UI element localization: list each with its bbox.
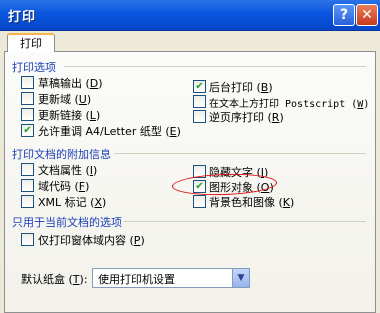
checkbox-xml-tags[interactable]: [21, 195, 34, 208]
checkbox-update-fields[interactable]: [21, 92, 34, 105]
group-divider: [124, 221, 366, 222]
group-divider: [114, 153, 366, 154]
reverse-order-label: 逆页序打印 (R): [209, 111, 284, 124]
postscript-over-text-label: 在文本上方打印 Postscript (W): [209, 99, 370, 110]
checkbox-reverse-order[interactable]: [193, 110, 206, 123]
checkbox-document-properties[interactable]: [21, 163, 34, 176]
tab-print[interactable]: 打印: [7, 33, 55, 52]
title-bar: 打印 ? ✕: [0, 0, 380, 31]
group-label-additional-info: 打印文档的附加信息: [12, 148, 111, 161]
help-icon: ?: [339, 7, 349, 23]
update-links-label: 更新链接 (L): [38, 109, 101, 122]
close-button[interactable]: ✕: [356, 4, 378, 26]
background-colors-label: 背景色和图像 (K): [209, 196, 295, 209]
default-tray-label: 默认纸盒 (T):: [21, 273, 88, 286]
default-tray-value: 使用打印机设置: [98, 273, 175, 286]
document-properties-label: 文档属性 (I): [38, 164, 98, 177]
checkbox-background-print[interactable]: ✔: [193, 80, 206, 93]
default-tray-select[interactable]: 使用打印机设置 ▼: [92, 268, 250, 288]
checkbox-allow-a4[interactable]: ✔: [21, 124, 34, 137]
checkmark-icon: ✔: [195, 81, 204, 92]
checkbox-update-links[interactable]: [21, 108, 34, 121]
form-data-only-label: 仅打印窗体域内容 (P): [38, 234, 145, 247]
checkmark-icon: ✔: [23, 125, 32, 136]
update-fields-label: 更新域 (U): [38, 93, 92, 106]
group-divider: [64, 66, 366, 67]
field-codes-label: 域代码 (F): [38, 180, 90, 193]
draft-output-label: 草稿输出 (D): [38, 77, 103, 90]
checkbox-draft-output[interactable]: [21, 76, 34, 89]
checkbox-field-codes[interactable]: [21, 179, 34, 192]
allow-a4-label: 允许重调 A4/Letter 纸型 (E): [38, 125, 181, 138]
chevron-down-icon[interactable]: ▼: [232, 269, 249, 287]
checkbox-postscript-over-text[interactable]: [193, 95, 206, 108]
help-button[interactable]: ?: [333, 4, 355, 26]
group-label-print-options: 打印选项: [12, 61, 56, 74]
checkbox-form-data-only[interactable]: [21, 233, 34, 246]
checkbox-background-colors[interactable]: [193, 195, 206, 208]
window-title: 打印: [8, 10, 37, 25]
close-icon: ✕: [361, 7, 373, 23]
background-print-label: 后台打印 (B): [209, 81, 273, 94]
group-label-current-doc: 只用于当前文档的选项: [12, 216, 122, 229]
xml-tags-label: XML 标记 (X): [38, 196, 107, 209]
tab-print-label: 打印: [20, 37, 42, 50]
